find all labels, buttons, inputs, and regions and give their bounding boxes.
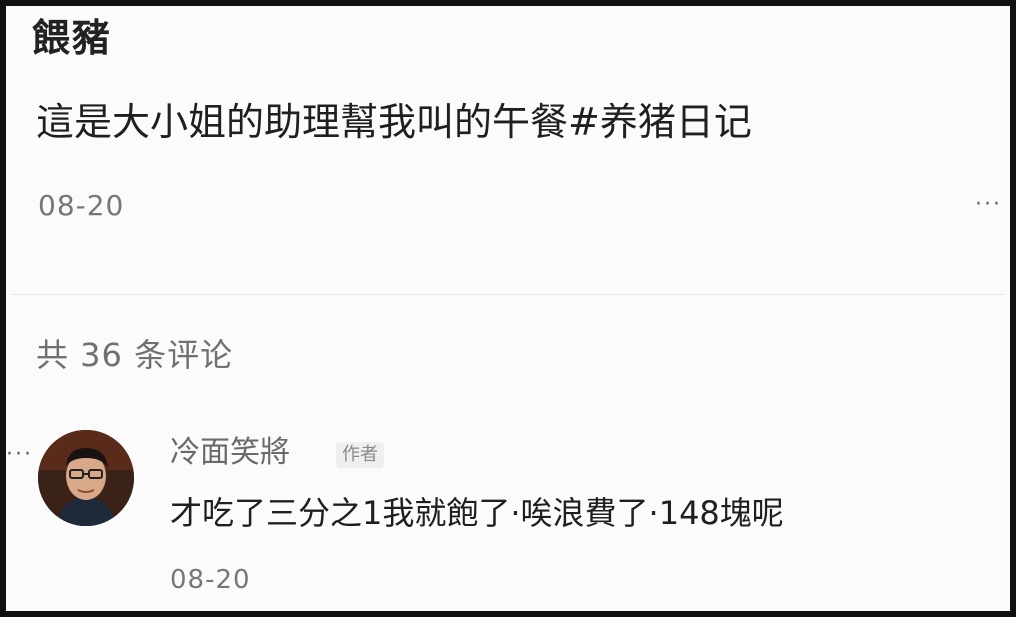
post-hashtag-link[interactable]: #养猪日记 — [568, 100, 752, 144]
comments-count: 共 36 条评论 — [36, 336, 234, 374]
screenshot-frame: 餵豬 這是大小姐的助理幫我叫的午餐#养猪日记 08-20 ··· 共 36 条评… — [0, 0, 1016, 617]
post-more-options-icon[interactable]: ··· — [975, 190, 1002, 220]
post-body: 這是大小姐的助理幫我叫的午餐#养猪日记 — [36, 96, 752, 148]
post-text: 這是大小姐的助理幫我叫的午餐 — [36, 100, 569, 144]
post-title: 餵豬 — [32, 16, 113, 60]
post-card: 餵豬 這是大小姐的助理幫我叫的午餐#养猪日记 08-20 ··· — [6, 6, 1010, 296]
divider — [12, 294, 1004, 295]
comment-more-options-icon[interactable]: ··· — [6, 440, 1010, 640]
post-date: 08-20 — [38, 189, 125, 222]
